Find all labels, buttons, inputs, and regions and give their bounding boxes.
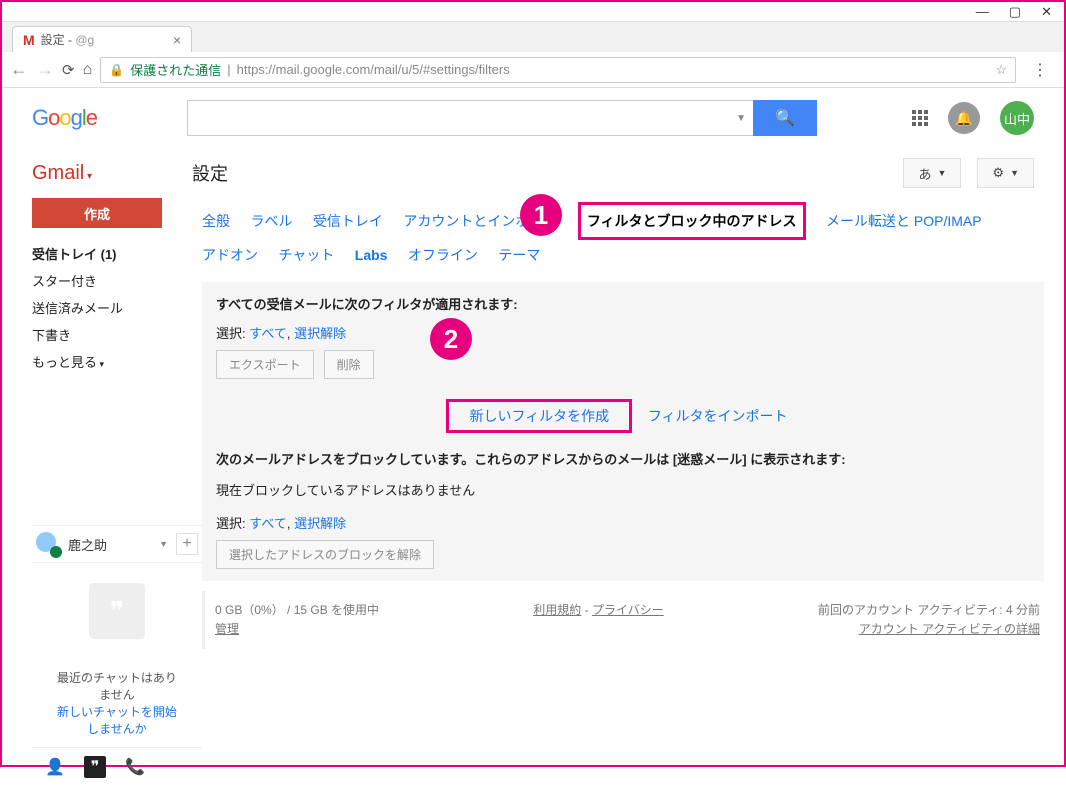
gmail-icon: M: [23, 32, 35, 48]
address-bar: ← → ⟳ ⌂ 🔒 保護された通信 | https://mail.google.…: [2, 52, 1064, 88]
home-icon[interactable]: ⌂: [83, 61, 93, 79]
filter-select-row: 選択: すべて, 選択解除: [216, 323, 1030, 342]
privacy-link[interactable]: プライバシー: [592, 603, 664, 617]
blocked-select-none-link[interactable]: 選択解除: [294, 516, 346, 531]
tab-forwarding[interactable]: メール転送と POP/IMAP: [826, 207, 982, 235]
gear-icon: ⚙: [992, 165, 1004, 181]
filters-title: すべての受信メールに次のフィルタが適用されます:: [216, 294, 1030, 313]
browser-tab[interactable]: M 設定 - @g ×: [12, 26, 192, 52]
search-dropdown-icon[interactable]: ▼: [729, 100, 753, 136]
sidebar-item-drafts[interactable]: 下書き: [32, 321, 202, 348]
tab-labs[interactable]: Labs: [355, 241, 388, 269]
window-maximize[interactable]: ▢: [1009, 4, 1021, 20]
presence-dot-icon: [50, 546, 62, 558]
settings-content: 全般 ラベル 受信トレイ アカウントとインポート フィルタとブロック中のアドレス…: [202, 198, 1064, 786]
search-input[interactable]: [187, 100, 729, 136]
blocked-select-row: 選択: すべて, 選択解除: [216, 513, 1030, 532]
no-blocked-text: 現在ブロックしているアドレスはありません: [216, 480, 1030, 499]
secure-label: 保護された通信: [130, 60, 221, 79]
hangouts-panel: 鹿之助 ▼ + ❞ 最近のチャットはありません 新しいチャットを開始しませんか …: [32, 525, 202, 786]
blocked-select-all-link[interactable]: すべて: [249, 516, 287, 531]
activity-details-link[interactable]: アカウント アクティビティの詳細: [859, 622, 1040, 636]
url-text: https://mail.google.com/mail/u/5/#settin…: [237, 62, 510, 77]
tab-labels[interactable]: ラベル: [250, 207, 292, 235]
browser-menu-icon[interactable]: ⋮: [1024, 60, 1056, 80]
footer: 0 GB（0%） / 15 GB を使用中 管理 利用規約 - プライバシー 前…: [202, 591, 1044, 649]
filters-panel: すべての受信メールに次のフィルタが適用されます: 選択: すべて, 選択解除 エ…: [202, 282, 1044, 581]
annotation-marker-2: 2: [430, 318, 472, 360]
reload-icon[interactable]: ⟳: [62, 61, 75, 79]
create-filter-link[interactable]: 新しいフィルタを作成: [469, 408, 609, 424]
manage-storage-link[interactable]: 管理: [215, 622, 239, 636]
annotation-marker-1: 1: [520, 194, 562, 236]
bookmark-star-icon[interactable]: ☆: [995, 62, 1007, 78]
storage-text: 0 GB（0%） / 15 GB を使用中: [215, 603, 379, 617]
export-button[interactable]: エクスポート: [216, 350, 314, 379]
lock-icon: 🔒: [109, 63, 124, 77]
tab-close-icon[interactable]: ×: [173, 32, 181, 48]
unblock-button[interactable]: 選択したアドレスのブロックを解除: [216, 540, 434, 569]
hangouts-self-row[interactable]: 鹿之助 ▼ +: [32, 526, 202, 563]
blocked-title: 次のメールアドレスをブロックしています。これらのアドレスからのメールは [迷惑メ…: [216, 449, 1030, 468]
nav-forward-icon[interactable]: →: [36, 59, 54, 80]
sidebar-item-sent[interactable]: 送信済みメール: [32, 294, 202, 321]
new-chat-button[interactable]: +: [176, 533, 198, 555]
tab-general[interactable]: 全般: [202, 207, 230, 235]
nav-back-icon[interactable]: ←: [10, 59, 28, 80]
account-avatar[interactable]: 山中: [1000, 101, 1034, 135]
self-name: 鹿之助: [68, 535, 151, 554]
start-chat-link[interactable]: 新しいチャットを開始しませんか: [40, 703, 194, 737]
url-input[interactable]: 🔒 保護された通信 | https://mail.google.com/mail…: [100, 57, 1016, 83]
select-none-link[interactable]: 選択解除: [294, 326, 346, 341]
search-button[interactable]: 🔍: [753, 100, 817, 136]
tab-addons[interactable]: アドオン: [202, 241, 258, 269]
chat-empty-state: 最近のチャットはありません 新しいチャットを開始しませんか: [32, 659, 202, 748]
import-filter-link[interactable]: フィルタをインポート: [648, 408, 788, 424]
settings-tabs: 全般 ラベル 受信トレイ アカウントとインポート フィルタとブロック中のアドレス…: [202, 198, 1044, 282]
sidebar-item-starred[interactable]: スター付き: [32, 267, 202, 294]
tab-chat[interactable]: チャット: [278, 241, 334, 269]
page-title: 設定: [192, 160, 228, 186]
contacts-icon[interactable]: 👤: [44, 756, 66, 778]
sidebar: 作成 受信トレイ (1) スター付き 送信済みメール 下書き もっと見る 鹿之助…: [12, 198, 202, 786]
sidebar-item-more[interactable]: もっと見る: [32, 348, 202, 375]
tab-inbox[interactable]: 受信トレイ: [313, 207, 383, 235]
hangouts-logo-icon: ❞: [89, 583, 145, 639]
notifications-icon[interactable]: 🔔: [948, 102, 980, 134]
settings-gear-button[interactable]: ⚙▼: [977, 158, 1034, 188]
sidebar-item-inbox[interactable]: 受信トレイ (1): [32, 240, 202, 267]
gmail-dropdown[interactable]: Gmail: [32, 162, 92, 185]
tab-themes[interactable]: テーマ: [498, 241, 540, 269]
select-all-link[interactable]: すべて: [249, 326, 287, 341]
last-activity-text: 前回のアカウント アクティビティ: 4 分前: [818, 603, 1040, 617]
terms-link[interactable]: 利用規約: [533, 603, 581, 617]
folder-list: 受信トレイ (1) スター付き 送信済みメール 下書き もっと見る: [32, 240, 202, 375]
tab-title: 設定 - @g: [41, 31, 167, 48]
phone-icon[interactable]: 📞: [124, 756, 146, 778]
hangouts-tabs: 👤 ❞ 📞: [32, 748, 202, 786]
apps-grid-icon[interactable]: [912, 110, 928, 126]
tab-offline[interactable]: オフライン: [408, 241, 478, 269]
input-method-button[interactable]: あ▼: [903, 158, 961, 188]
window-minimize[interactable]: —: [976, 4, 989, 19]
google-logo[interactable]: Google: [32, 105, 97, 131]
tab-filters[interactable]: フィルタとブロック中のアドレス: [578, 202, 806, 240]
window-close[interactable]: ✕: [1041, 4, 1052, 20]
delete-button[interactable]: 削除: [324, 350, 374, 379]
compose-button[interactable]: 作成: [32, 198, 162, 228]
window-title-bar: — ▢ ✕: [2, 2, 1064, 22]
chevron-down-icon[interactable]: ▼: [159, 539, 168, 549]
browser-tab-strip: M 設定 - @g ×: [2, 22, 1064, 52]
sub-header: Gmail 設定 あ▼ ⚙▼: [2, 148, 1064, 198]
gmail-header: Google ▼ 🔍 🔔 山中: [2, 88, 1064, 148]
chats-icon[interactable]: ❞: [84, 756, 106, 778]
search-wrap: ▼ 🔍: [187, 100, 817, 136]
